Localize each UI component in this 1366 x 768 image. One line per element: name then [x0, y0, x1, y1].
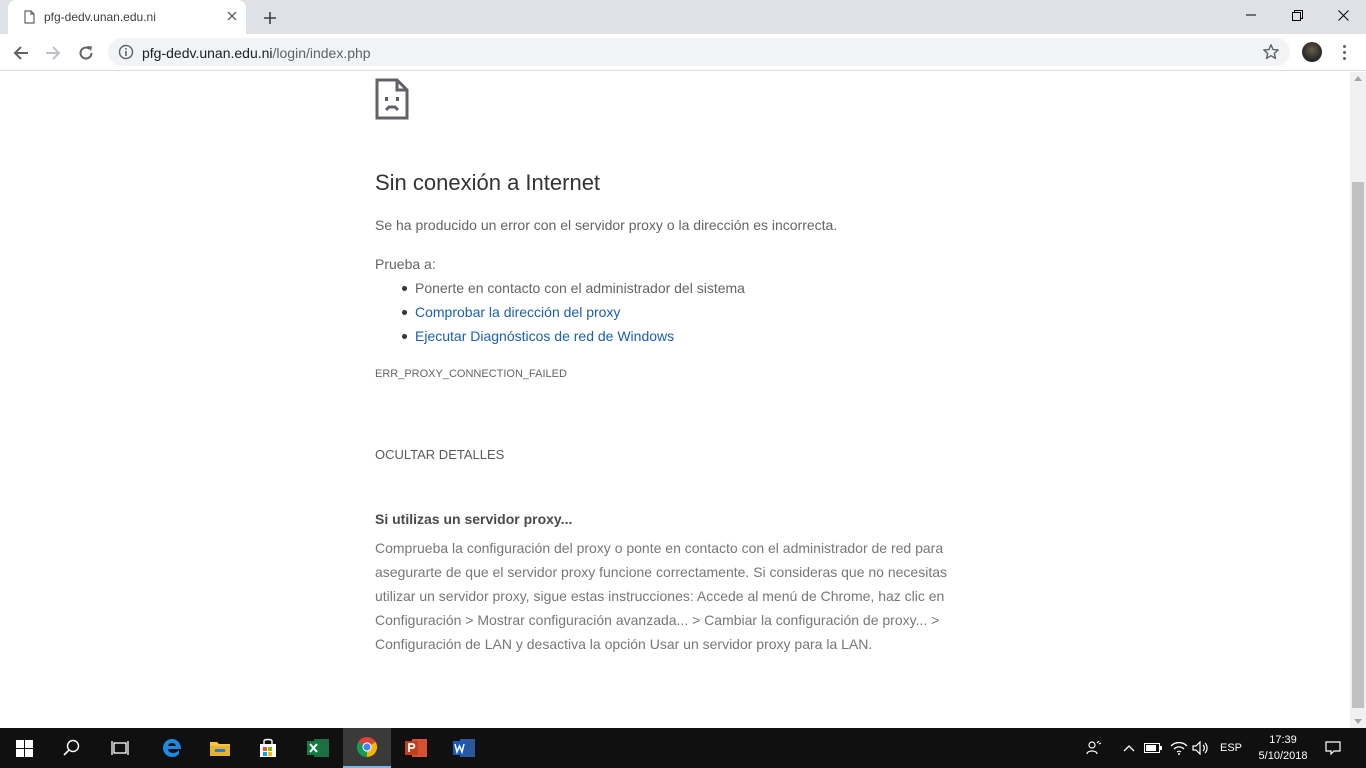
back-arrow-icon[interactable]	[8, 40, 34, 66]
minimize-icon[interactable]	[1228, 0, 1274, 30]
clock[interactable]: 17:39 5/10/2018	[1252, 732, 1314, 764]
page-title: Sin conexión a Internet	[375, 170, 601, 195]
suggestion-run-diagnostics-link[interactable]: Ejecutar Diagnósticos de red de Windows	[396, 325, 745, 349]
reload-icon[interactable]	[73, 40, 99, 66]
scrollbar-thumb[interactable]	[1352, 182, 1364, 708]
battery-icon[interactable]	[1142, 728, 1164, 768]
people-icon[interactable]	[1082, 728, 1106, 768]
error-description: Se ha producido un error con el servidor…	[375, 217, 838, 233]
error-code: ERR_PROXY_CONNECTION_FAILED	[375, 368, 567, 380]
menu-dots-icon[interactable]	[1336, 42, 1352, 62]
plus-icon[interactable]	[260, 8, 280, 28]
clock-time: 17:39	[1269, 734, 1297, 746]
clock-date: 5/10/2018	[1258, 750, 1308, 762]
url-host: pfg-dedv.unan.edu.ni	[142, 45, 273, 61]
powerpoint-icon[interactable]	[392, 728, 440, 768]
hide-details-button[interactable]: OCULTAR DETALLES	[375, 447, 504, 462]
chevron-up-icon[interactable]	[1120, 728, 1138, 768]
title-bar: pfg-dedv.unan.edu.ni	[0, 0, 1366, 34]
volume-icon[interactable]	[1190, 728, 1212, 768]
url-text[interactable]: pfg-dedv.unan.edu.ni/login/index.php	[142, 45, 371, 61]
edge-icon[interactable]	[148, 728, 196, 768]
task-view-icon[interactable]	[96, 728, 144, 768]
sad-page-icon	[375, 78, 409, 120]
suggestion-check-proxy-link[interactable]: Comprobar la dirección del proxy	[396, 301, 745, 325]
taskbar: ESP 17:39 5/10/2018	[0, 728, 1366, 768]
proxy-help-title: Si utilizas un servidor proxy...	[375, 511, 573, 527]
star-icon[interactable]	[1262, 43, 1280, 61]
try-label: Prueba a:	[375, 256, 436, 272]
vertical-scrollbar[interactable]	[1350, 72, 1366, 728]
notification-icon[interactable]	[1322, 728, 1344, 768]
suggestion-list: Ponerte en contacto con el administrador…	[396, 277, 745, 349]
tab-title: pfg-dedv.unan.edu.ni	[44, 10, 156, 24]
avatar[interactable]	[1302, 42, 1322, 62]
scroll-down-icon[interactable]	[1354, 719, 1362, 724]
page-content: Sin conexión a Internet Se ha producido …	[0, 72, 1350, 728]
address-bar[interactable]: pfg-dedv.unan.edu.ni/login/index.php	[108, 38, 1290, 66]
close-icon[interactable]	[224, 8, 240, 24]
proxy-help-text: Comprueba la configuración del proxy o p…	[375, 540, 947, 652]
chrome-icon[interactable]	[343, 728, 391, 768]
store-icon[interactable]	[244, 728, 292, 768]
excel-icon[interactable]	[294, 728, 342, 768]
restore-icon[interactable]	[1274, 0, 1320, 30]
windows-start-icon[interactable]	[0, 728, 48, 768]
wifi-icon[interactable]	[1168, 728, 1190, 768]
language-indicator[interactable]: ESP	[1216, 728, 1246, 768]
browser-tab[interactable]: pfg-dedv.unan.edu.ni	[8, 0, 246, 34]
forward-arrow-icon[interactable]	[40, 40, 66, 66]
suggestion-contact-admin: Ponerte en contacto con el administrador…	[396, 277, 745, 301]
scroll-up-icon[interactable]	[1354, 76, 1362, 81]
search-icon[interactable]	[48, 728, 96, 768]
toolbar: pfg-dedv.unan.edu.ni/login/index.php	[0, 34, 1366, 71]
close-window-icon[interactable]	[1320, 0, 1366, 30]
page-icon	[24, 10, 35, 24]
info-icon[interactable]	[118, 44, 134, 60]
file-explorer-icon[interactable]	[196, 728, 244, 768]
url-path: /login/index.php	[272, 45, 371, 61]
word-icon[interactable]	[440, 728, 488, 768]
